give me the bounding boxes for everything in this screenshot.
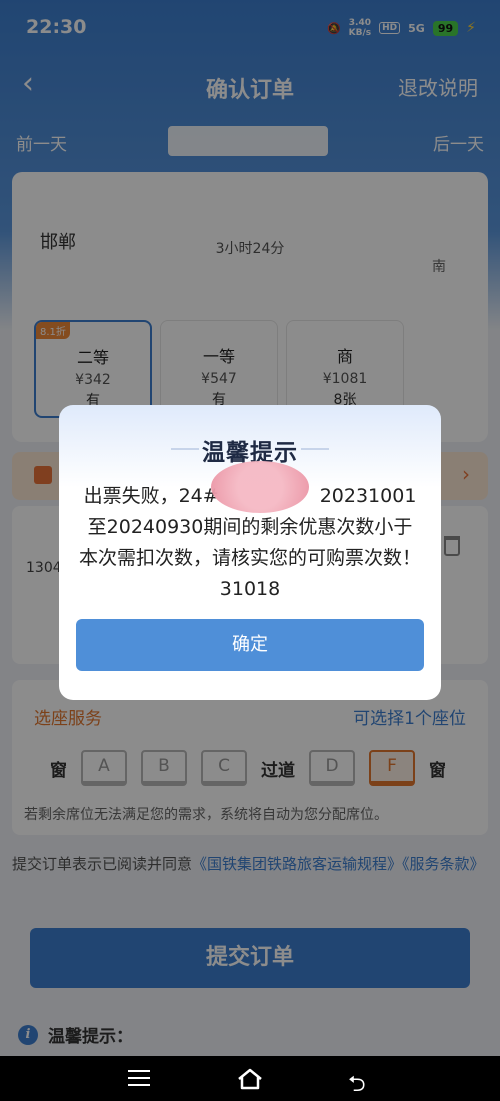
confirm-button[interactable]: 确定 [76, 619, 424, 671]
redaction-mark [211, 461, 309, 513]
menu-icon[interactable] [128, 1070, 150, 1086]
system-nav-bar: ⮌ [0, 1056, 500, 1101]
back-nav-icon[interactable]: ⮌ [348, 1067, 366, 1101]
alert-dialog: 温馨提示 出票失败，24# 20231001至20240930期间的剩余优惠次数… [59, 405, 441, 700]
home-icon[interactable] [236, 1068, 264, 1090]
